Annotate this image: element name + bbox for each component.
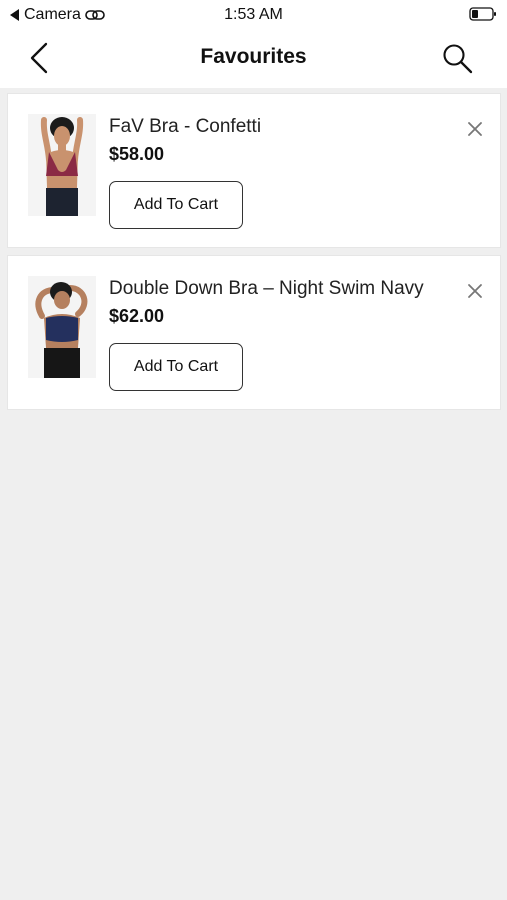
status-bar: Camera 1:53 AM [0, 0, 507, 30]
remove-item-button[interactable] [466, 282, 484, 300]
favourite-item: Double Down Bra – Night Swim Navy $62.00… [8, 256, 500, 409]
favourites-list: FaV Bra - Confetti $58.00 Add To Cart Do… [8, 94, 500, 418]
remove-item-button[interactable] [466, 120, 484, 138]
close-icon [468, 284, 482, 298]
product-image[interactable] [28, 114, 96, 216]
product-price: $62.00 [109, 306, 165, 326]
model-image [28, 276, 96, 378]
page-title: Favourites [200, 45, 307, 68]
add-to-cart-button[interactable]: Add To Cart [109, 181, 243, 229]
search-icon [443, 44, 473, 74]
product-price: $58.00 [109, 144, 165, 164]
close-icon [468, 122, 482, 136]
product-name[interactable]: Double Down Bra – Night Swim Navy [109, 278, 424, 300]
header-bar: Favourites [0, 30, 507, 88]
product-name[interactable]: FaV Bra - Confetti [109, 116, 261, 138]
add-to-cart-button[interactable]: Add To Cart [109, 343, 243, 391]
search-button[interactable] [441, 42, 475, 76]
model-image [28, 114, 96, 216]
product-image[interactable] [28, 276, 96, 378]
favourite-item: FaV Bra - Confetti $58.00 Add To Cart [8, 94, 500, 247]
status-time: 1:53 AM [224, 6, 283, 23]
battery-icon [469, 7, 496, 21]
